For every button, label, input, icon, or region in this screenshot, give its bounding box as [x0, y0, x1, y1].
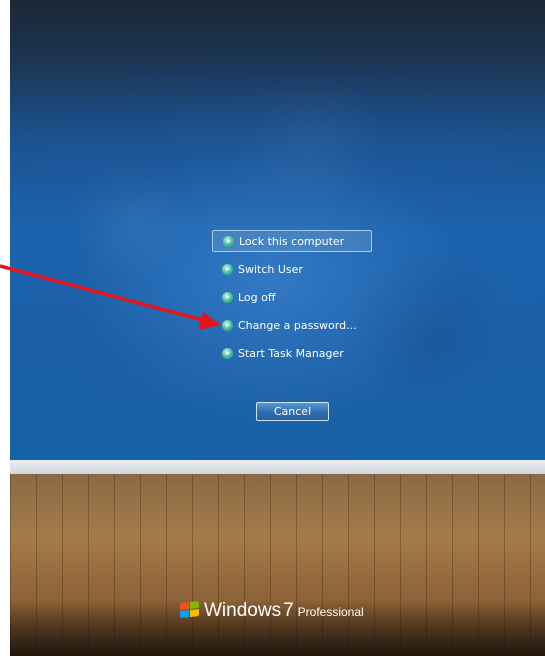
start-task-manager-option[interactable]: Start Task Manager — [212, 342, 372, 364]
menu-item-label: Start Task Manager — [238, 346, 344, 360]
windows-logo-icon — [180, 601, 200, 619]
arrow-icon — [222, 263, 233, 275]
menu-item-label: Lock this computer — [239, 234, 345, 248]
cancel-button[interactable]: Cancel — [256, 402, 329, 421]
arrow-icon — [222, 291, 233, 303]
brand-version: 7 — [283, 600, 294, 621]
windows-branding: Windows 7 Professional — [180, 600, 364, 622]
switch-user-option[interactable]: Switch User — [212, 258, 372, 280]
menu-item-label: Switch User — [238, 262, 303, 276]
baseboard — [10, 460, 545, 474]
change-password-option[interactable]: Change a password... — [212, 314, 372, 336]
arrow-icon — [222, 347, 233, 359]
log-off-option[interactable]: Log off — [212, 286, 372, 308]
lock-computer-option[interactable]: Lock this computer — [212, 230, 372, 252]
brand-edition: Professional — [297, 605, 364, 619]
brand-name: Windows — [204, 600, 282, 621]
arrow-icon — [223, 235, 234, 247]
arrow-icon — [222, 319, 233, 331]
menu-item-label: Log off — [238, 290, 276, 304]
menu-item-label: Change a password... — [238, 318, 357, 332]
photo-frame: Lock this computer Switch User Log off C… — [0, 0, 545, 656]
